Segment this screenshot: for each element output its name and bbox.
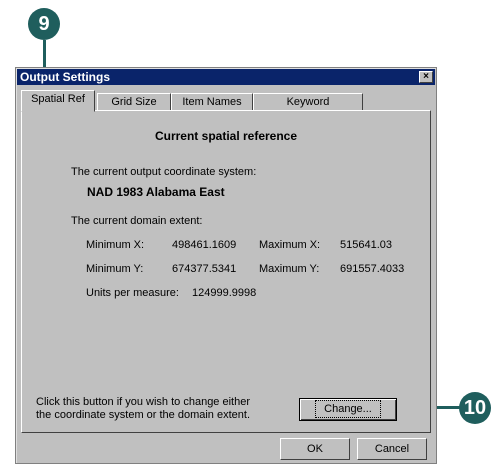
max-x-value: 515641.03 — [340, 239, 392, 251]
max-y-label: Maximum Y: — [259, 263, 320, 275]
coord-system-value: NAD 1983 Alabama East — [87, 185, 225, 199]
units-per-measure-label: Units per measure: — [86, 287, 179, 299]
change-hint-line-2: the coordinate system or the domain exte… — [36, 409, 251, 421]
min-y-label: Minimum Y: — [86, 263, 144, 275]
coord-system-label: The current output coordinate system: — [71, 166, 257, 178]
domain-extent-label: The current domain extent: — [71, 215, 203, 227]
change-button-label: Change... — [315, 400, 381, 418]
dialog-title: Output Settings — [20, 70, 110, 84]
panel-heading: Current spatial reference — [154, 129, 298, 143]
min-y-value: 674377.5341 — [172, 263, 237, 275]
step-9-callout: 9 — [28, 8, 60, 40]
min-x-label: Minimum X: — [86, 239, 145, 251]
min-x-value: 498461.1609 — [172, 239, 237, 251]
close-icon: × — [423, 71, 429, 82]
tab-grid-size[interactable]: Grid Size — [97, 93, 171, 111]
output-settings-dialog: Output Settings × Spatial Ref Grid Size … — [15, 67, 437, 464]
cancel-button[interactable]: Cancel — [357, 438, 427, 460]
tab-item-names[interactable]: Item Names — [171, 93, 253, 111]
spatial-ref-panel: Current spatial reference The current ou… — [21, 110, 431, 433]
step-10-callout: 10 — [459, 392, 491, 424]
ok-button[interactable]: OK — [280, 438, 350, 460]
title-bar: Output Settings × — [17, 69, 435, 85]
tab-spatial-ref[interactable]: Spatial Ref — [21, 90, 95, 112]
units-per-measure-value: 124999.9998 — [192, 287, 257, 299]
change-hint-line-1: Click this button if you wish to change … — [36, 396, 251, 408]
max-x-label: Maximum X: — [259, 239, 321, 251]
tab-keyword[interactable]: Keyword — [253, 93, 363, 111]
close-button[interactable]: × — [419, 71, 433, 83]
change-button[interactable]: Change... — [299, 398, 397, 421]
tab-strip: Spatial Ref Grid Size Item Names Keyword — [21, 90, 431, 112]
max-y-value: 691557.4033 — [340, 263, 405, 275]
